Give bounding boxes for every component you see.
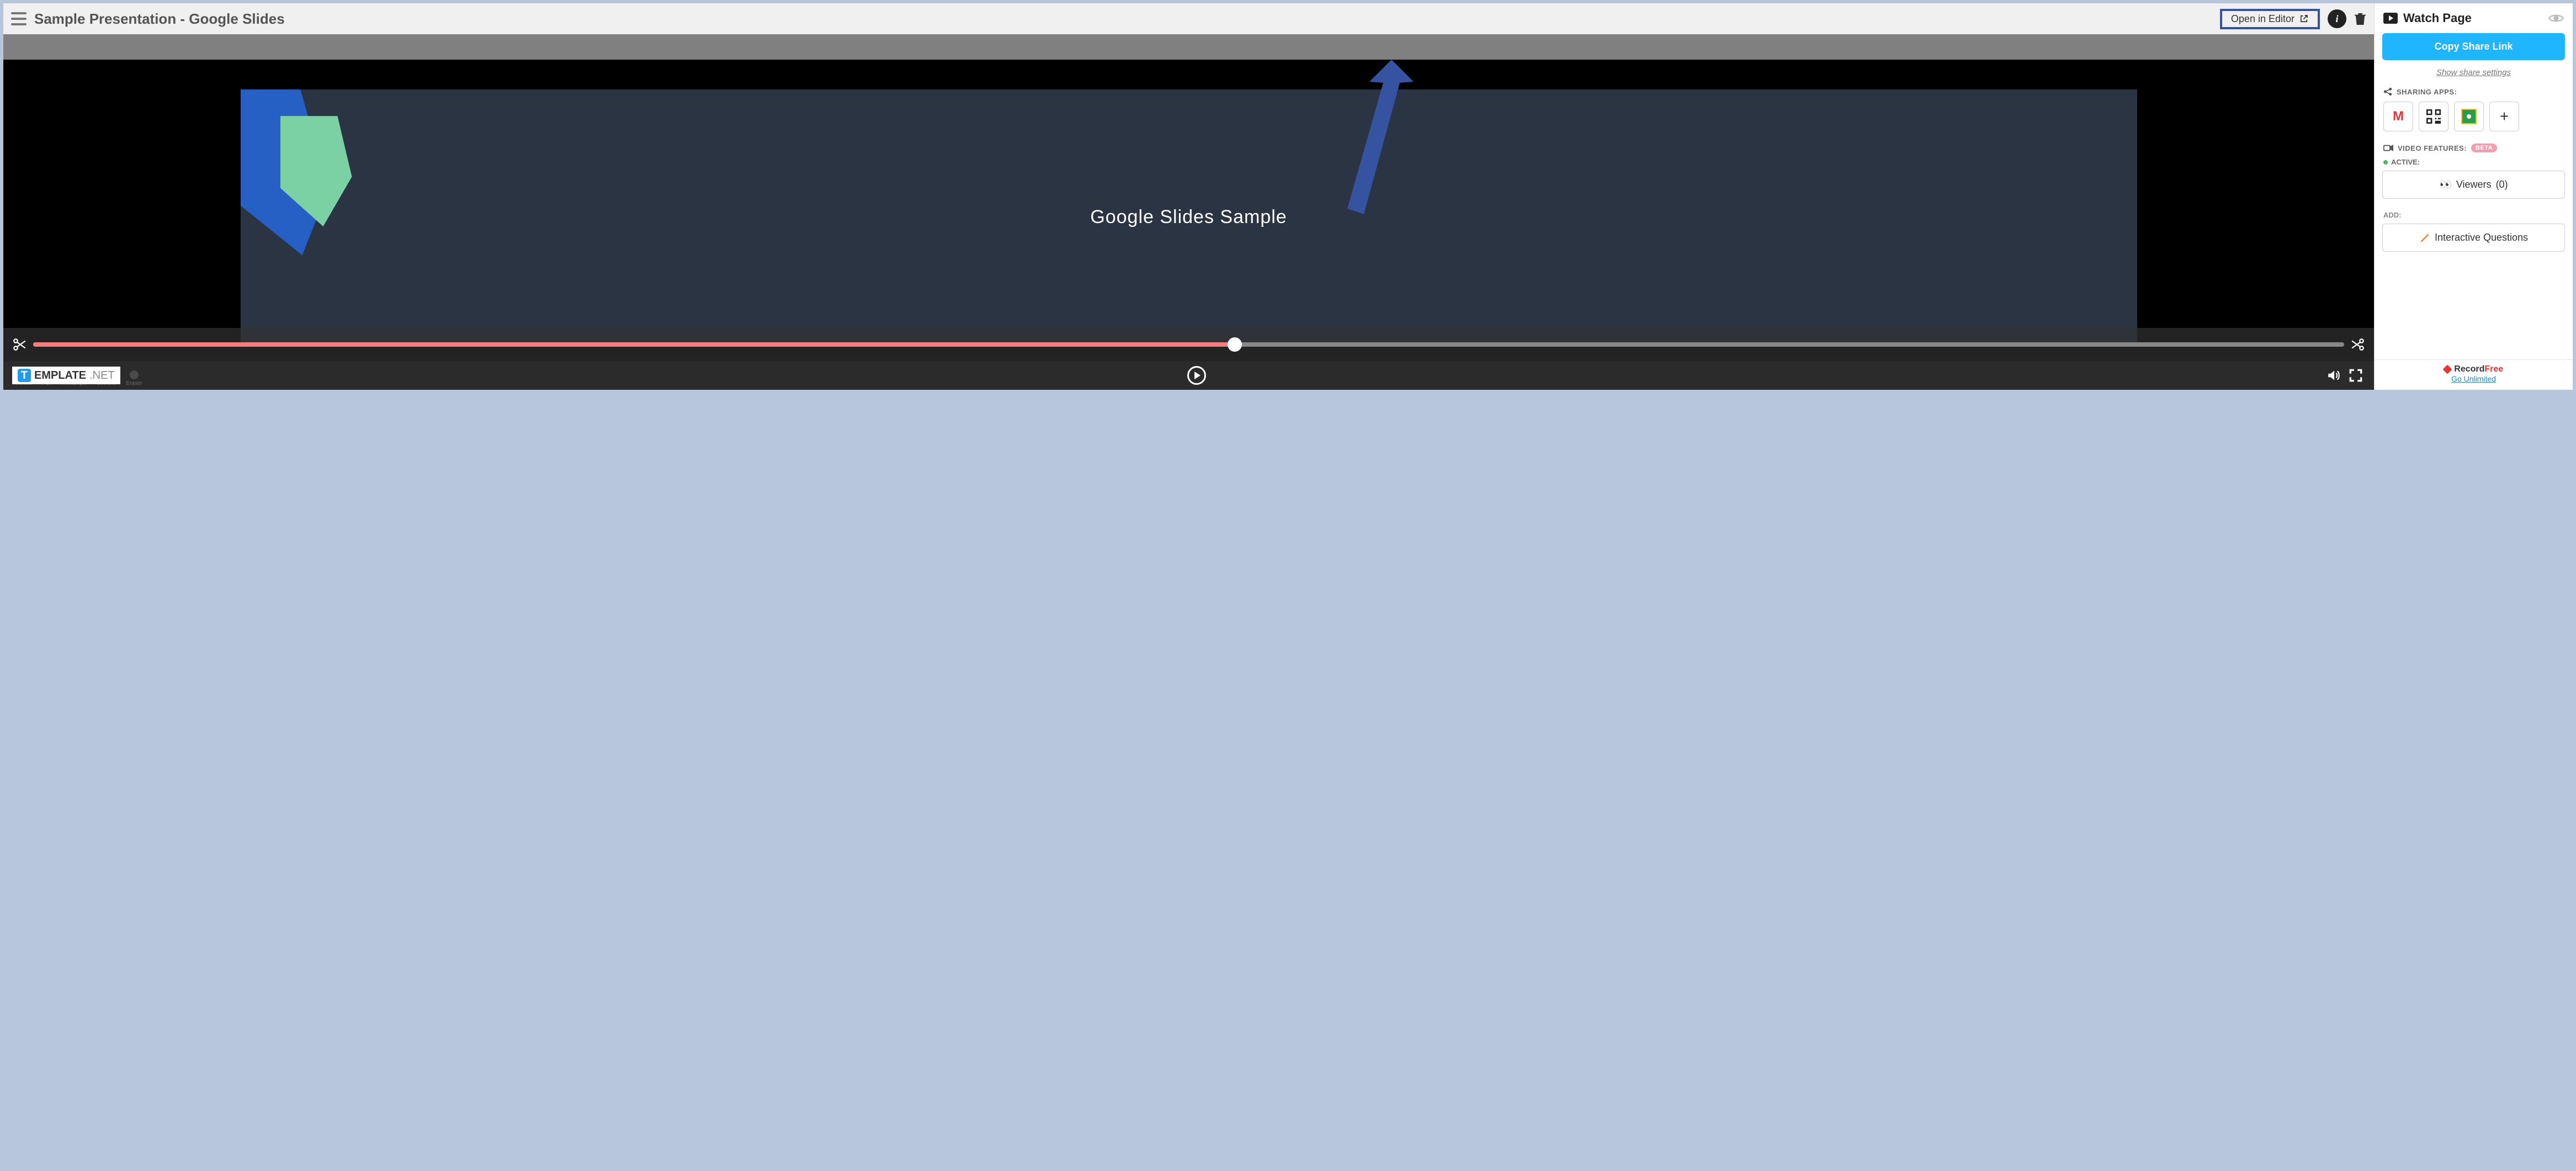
watermark-t-icon: T (18, 369, 31, 382)
video-controls: Mouse Pen Rectangle Stickers Eraser 00:0… (3, 361, 2374, 390)
share-more-button[interactable]: + (2489, 102, 2519, 131)
trim-track[interactable] (33, 342, 2344, 347)
interactive-questions-label: Interactive Questions (2435, 232, 2528, 243)
hamburger-menu-icon[interactable] (11, 12, 26, 25)
viewers-count: (0) (2496, 179, 2508, 190)
camera-icon (2383, 144, 2393, 152)
pencil-icon (2419, 232, 2430, 243)
record-logo-icon (2442, 364, 2452, 374)
play-icon (1194, 372, 1201, 379)
fullscreen-icon[interactable] (2349, 368, 2363, 383)
qr-icon (2426, 109, 2441, 124)
show-share-settings: Show share settings (2375, 60, 2573, 85)
share-icon (2383, 87, 2392, 96)
brand-row: RecordFree (2375, 364, 2573, 374)
trim-bar (3, 328, 2374, 361)
eyes-icon: 👀 (2439, 179, 2451, 190)
info-button[interactable]: i (2328, 9, 2346, 28)
gmail-icon: M (2393, 109, 2404, 124)
watch-page-icon (2383, 13, 2398, 24)
watermark-net: .NET (89, 369, 115, 382)
watermark-emplate: EMPLATE (34, 369, 86, 382)
sidebar: Watch Page Copy Share Link Show share se… (2374, 3, 2573, 390)
share-classroom-button[interactable] (2454, 102, 2484, 131)
open-in-editor-button[interactable]: Open in Editor (2220, 9, 2320, 29)
plus-icon: + (2500, 108, 2509, 125)
open-in-editor-label: Open in Editor (2231, 13, 2295, 25)
show-share-settings-link[interactable]: Show share settings (2436, 68, 2511, 77)
app-root: Sample Presentation - Google Slides Open… (3, 3, 2573, 390)
sharing-apps-label: SHARING APPS: (2397, 88, 2457, 96)
video-player[interactable]: Google Slides Sample Mouse (3, 34, 2374, 390)
video-features-label: VIDEO FEATURES: (2398, 144, 2467, 152)
copy-share-link-button[interactable]: Copy Share Link (2382, 33, 2565, 60)
video-features-section: VIDEO FEATURES: BETA (2375, 141, 2573, 158)
share-gmail-button[interactable]: M (2383, 102, 2413, 131)
volume-icon[interactable] (2327, 368, 2341, 383)
beta-badge: BETA (2471, 144, 2497, 152)
visibility-icon[interactable] (2548, 13, 2564, 24)
add-label: ADD: (2375, 211, 2573, 224)
sidebar-footer: RecordFree Go Unlimited (2375, 359, 2573, 390)
play-button[interactable] (1187, 366, 1206, 385)
active-section: ACTIVE: (2375, 158, 2573, 171)
slide-title-text: Google Slides Sample (1090, 206, 1287, 228)
template-net-watermark: T EMPLATE.NET (12, 367, 120, 384)
brand-record: Record (2454, 364, 2484, 374)
viewers-box[interactable]: 👀 Viewers (0) (2382, 171, 2565, 199)
slide-preview: Google Slides Sample (241, 89, 2137, 346)
sidebar-title: Watch Page (2403, 11, 2543, 25)
main-column: Sample Presentation - Google Slides Open… (3, 3, 2374, 390)
viewers-label: Viewers (2456, 179, 2492, 190)
trim-progress (33, 342, 1235, 347)
sharing-apps-row: M + (2375, 102, 2573, 141)
active-label: ACTIVE: (2391, 158, 2420, 166)
video-top-strip (3, 34, 2374, 60)
trim-end-scissor-icon[interactable] (2351, 337, 2365, 352)
tool-eraser[interactable]: Eraser (126, 370, 142, 386)
interactive-questions-button[interactable]: Interactive Questions (2382, 224, 2565, 252)
active-dot-icon (2383, 160, 2388, 165)
sidebar-header: Watch Page (2375, 3, 2573, 33)
trim-start-scissor-icon[interactable] (12, 337, 26, 352)
go-unlimited-link[interactable]: Go Unlimited (2451, 374, 2496, 383)
brand-free: Free (2484, 364, 2503, 374)
trash-icon[interactable] (2354, 12, 2366, 26)
sharing-apps-section: SHARING APPS: (2375, 85, 2573, 102)
page-title: Sample Presentation - Google Slides (34, 10, 2212, 28)
trim-thumb[interactable] (1228, 337, 1242, 352)
share-qr-button[interactable] (2419, 102, 2448, 131)
header-bar: Sample Presentation - Google Slides Open… (3, 3, 2374, 34)
external-link-icon (2299, 14, 2309, 24)
classroom-icon (2461, 109, 2477, 124)
